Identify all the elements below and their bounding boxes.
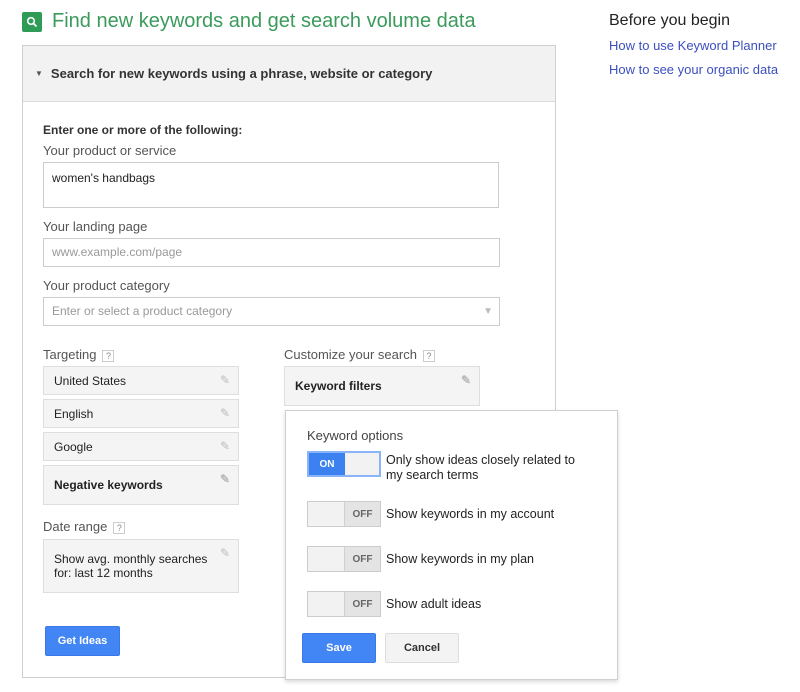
pencil-icon[interactable]: ✎ (461, 373, 471, 387)
negative-keywords-label: Negative keywords (54, 478, 163, 492)
targeting-language[interactable]: English ✎ (43, 399, 239, 428)
location-value: United States (54, 373, 127, 388)
keyword-filters[interactable]: Keyword filters ✎ (284, 366, 480, 406)
keyword-options-popup: Keyword options ON Only show ideas close… (285, 410, 618, 680)
customize-label-text: Customize your search (284, 347, 417, 362)
targeting-location[interactable]: United States ✎ (43, 366, 239, 395)
date-range[interactable]: Show avg. monthly searches for: last 12 … (43, 539, 239, 593)
date-range-label-text: Date range (43, 519, 108, 534)
category-select[interactable]: Enter or select a product category ▼ (43, 297, 500, 326)
link-organic-data[interactable]: How to see your organic data (609, 62, 778, 77)
cancel-button[interactable]: Cancel (385, 633, 459, 663)
customize-label: Customize your search? (284, 347, 435, 362)
toggle-on-label: ON (309, 453, 345, 475)
product-label: Your product or service (43, 143, 177, 158)
date-range-label: Date range? (43, 519, 126, 534)
dropdown-arrow-icon: ▼ (483, 306, 493, 317)
caret-down-icon: ▼ (35, 69, 43, 78)
option-adult-ideas: Show adult ideas (386, 597, 482, 611)
save-button[interactable]: Save (302, 633, 376, 663)
targeting-network[interactable]: Google ✎ (43, 432, 239, 461)
negative-keywords[interactable]: Negative keywords ✎ (43, 465, 239, 505)
option-closely-related: Only show ideas closely related to my se… (386, 453, 575, 483)
targeting-label: Targeting? (43, 347, 115, 362)
page-header: Find new keywords and get search volume … (22, 10, 476, 33)
network-value: Google (54, 439, 93, 454)
landing-label: Your landing page (43, 219, 148, 234)
intro-label: Enter one or more of the following: (43, 123, 243, 137)
toggle-in-account[interactable]: OFF (307, 501, 381, 527)
language-value: English (54, 406, 94, 421)
keyword-options-heading: Keyword options (307, 428, 404, 443)
toggle-off-label: OFF (344, 592, 380, 616)
help-icon[interactable]: ? (102, 349, 115, 362)
toggle-closely-related[interactable]: ON (307, 451, 381, 477)
pencil-icon[interactable]: ✎ (220, 546, 230, 560)
toggle-adult-ideas[interactable]: OFF (307, 591, 381, 617)
section-header[interactable]: ▼ Search for new keywords using a phrase… (23, 46, 555, 102)
pencil-icon[interactable]: ✎ (220, 472, 230, 486)
pencil-icon[interactable]: ✎ (220, 373, 230, 387)
option-line1: Only show ideas closely related to (386, 453, 575, 467)
keyword-filters-label: Keyword filters (295, 379, 382, 393)
product-input[interactable]: women's handbags (43, 162, 499, 208)
section-title: Search for new keywords using a phrase, … (50, 66, 433, 81)
toggle-off-label: OFF (344, 502, 380, 526)
search-icon (22, 11, 42, 32)
help-icon[interactable]: ? (422, 349, 435, 362)
date-range-line2: for: last 12 months (54, 566, 153, 580)
link-how-to-use[interactable]: How to use Keyword Planner (609, 38, 778, 53)
sidebar-heading: Before you begin (609, 12, 730, 29)
toggle-off-label: OFF (344, 547, 380, 571)
page-title: Find new keywords and get search volume … (52, 10, 476, 32)
date-range-line1: Show avg. monthly searches (54, 552, 208, 566)
option-in-account: Show keywords in my account (386, 507, 555, 521)
help-icon[interactable]: ? (113, 521, 126, 534)
toggle-in-plan[interactable]: OFF (307, 546, 381, 572)
before-you-begin: Before you begin How to use Keyword Plan… (609, 12, 778, 86)
landing-input[interactable]: www.example.com/page (43, 238, 500, 267)
option-in-plan: Show keywords in my plan (386, 552, 534, 566)
pencil-icon[interactable]: ✎ (220, 439, 230, 453)
category-label: Your product category (43, 278, 170, 293)
targeting-label-text: Targeting (43, 347, 97, 362)
category-placeholder: Enter or select a product category (52, 304, 233, 318)
option-line2: my search terms (386, 468, 479, 482)
get-ideas-button[interactable]: Get Ideas (45, 626, 120, 656)
pencil-icon[interactable]: ✎ (220, 406, 230, 420)
